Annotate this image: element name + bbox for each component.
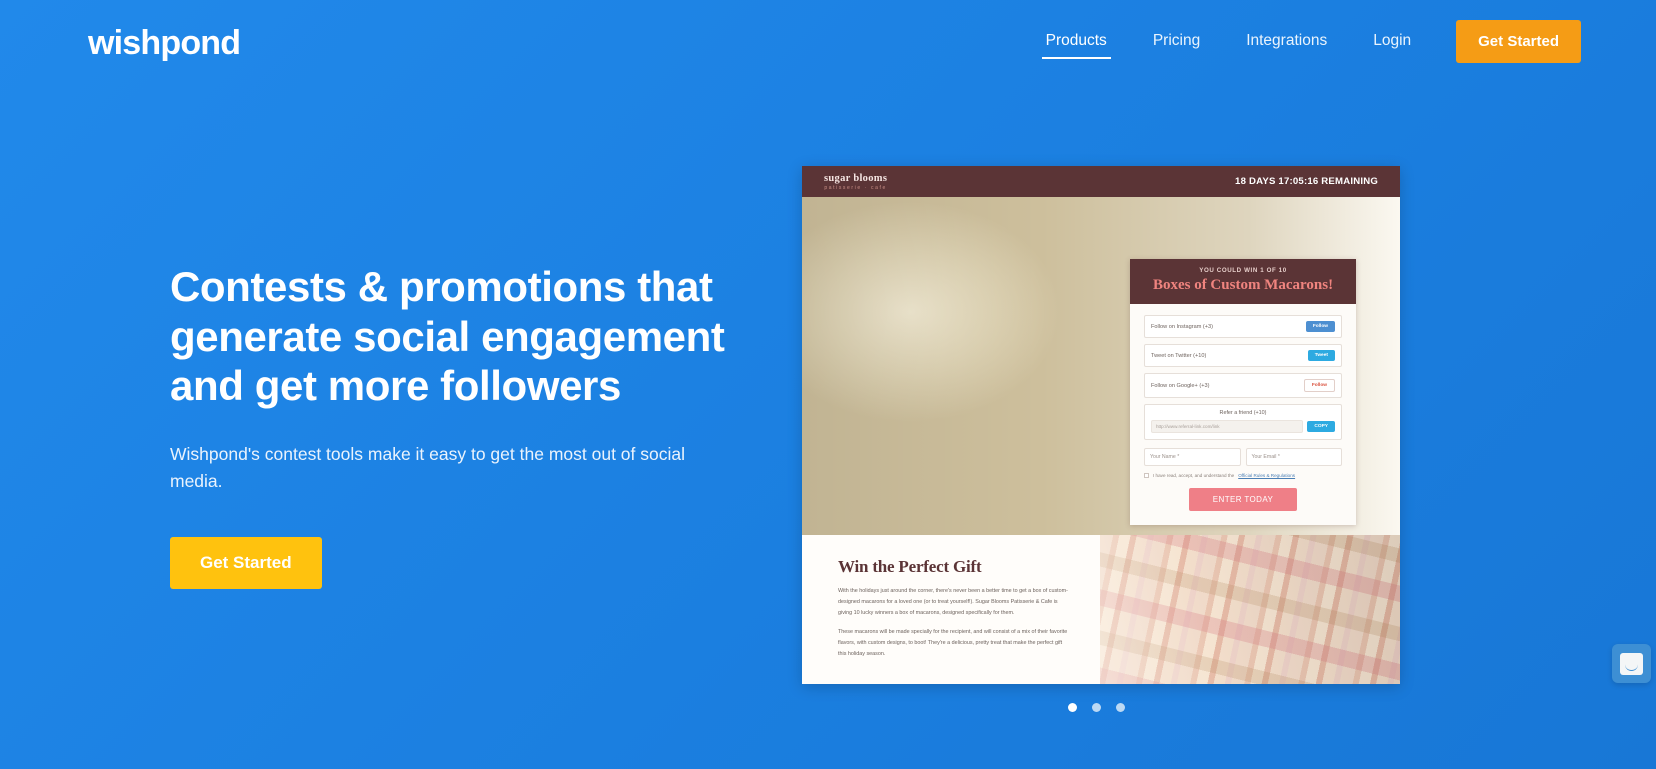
carousel-dot-2[interactable] bbox=[1092, 703, 1101, 712]
contest-topbar: sugar blooms patisserie · cafe 18 DAYS 1… bbox=[802, 166, 1400, 197]
macaron-tray-photo bbox=[1100, 535, 1400, 684]
action-label-instagram: Follow on Instagram (+3) bbox=[1151, 323, 1214, 330]
article-heading: Win the Perfect Gift bbox=[838, 557, 982, 576]
action-label-googleplus: Follow on Google+ (+3) bbox=[1151, 382, 1210, 389]
chat-launcher-button[interactable] bbox=[1612, 644, 1651, 683]
contest-article-area: Win the Perfect Gift With the holidays j… bbox=[802, 535, 1400, 684]
entry-title: Boxes of Custom Macarons! bbox=[1152, 277, 1334, 293]
nav-link-integrations[interactable]: Integrations bbox=[1223, 11, 1350, 71]
article-paragraph-2: These macarons will be made specially fo… bbox=[838, 629, 1068, 658]
refer-label: Refer a friend (+10) bbox=[1219, 410, 1267, 416]
contest-hero-area: YOU COULD WIN 1 OF 10 Boxes of Custom Ma… bbox=[802, 197, 1400, 535]
hero-headline: Contests & promotions that generate soci… bbox=[170, 263, 725, 410]
site-header: wishpond Products Pricing Integrations L… bbox=[0, 0, 1656, 82]
refer-url-row: http://www.referral-link.com/link COPY bbox=[1151, 420, 1335, 433]
terms-text: I have read, accept, and understand the bbox=[1153, 473, 1235, 478]
contest-countdown: 18 DAYS 17:05:16 REMAINING bbox=[1235, 176, 1378, 187]
refer-url-field[interactable]: http://www.referral-link.com/link bbox=[1151, 420, 1304, 433]
hero-get-started-button[interactable]: Get Started bbox=[170, 536, 322, 589]
chat-message-icon bbox=[1620, 652, 1643, 675]
carousel-dot-1[interactable] bbox=[1068, 703, 1077, 712]
refer-a-friend-box: Refer a friend (+10) http://www.referral… bbox=[1144, 404, 1342, 440]
hero-subheadline: Wishpond's contest tools make it easy to… bbox=[170, 443, 685, 491]
contest-entry-panel: YOU COULD WIN 1 OF 10 Boxes of Custom Ma… bbox=[1130, 259, 1356, 525]
email-input[interactable]: Your Email * bbox=[1245, 448, 1342, 466]
header-get-started-button[interactable]: Get Started bbox=[1456, 19, 1581, 63]
entry-kicker: YOU COULD WIN 1 OF 10 bbox=[1199, 267, 1287, 274]
copy-link-button[interactable]: COPY bbox=[1307, 421, 1335, 432]
nav-link-login[interactable]: Login bbox=[1350, 11, 1434, 71]
hero-content: Contests & promotions that generate soci… bbox=[170, 262, 770, 589]
official-rules-link[interactable]: Official Rules & Regulations bbox=[1238, 473, 1295, 478]
instagram-follow-button[interactable]: Follow bbox=[1305, 321, 1335, 332]
action-label-twitter: Tweet on Twitter (+10) bbox=[1151, 352, 1207, 359]
contest-brand-name: sugar blooms bbox=[824, 172, 888, 184]
contest-article: Win the Perfect Gift With the holidays j… bbox=[802, 535, 1100, 684]
wishpond-logo[interactable]: wishpond bbox=[88, 26, 241, 60]
contest-brand: sugar blooms patisserie · cafe bbox=[824, 173, 887, 191]
entry-panel-body: Follow on Instagram (+3) Follow Tweet on… bbox=[1130, 304, 1356, 525]
primary-navigation: Products Pricing Integrations Login Get … bbox=[1023, 11, 1581, 71]
terms-row[interactable]: I have read, accept, and understand the … bbox=[1144, 473, 1342, 478]
entry-form-fields: Your Name * Your Email * bbox=[1144, 448, 1342, 466]
contest-preview-card: sugar blooms patisserie · cafe 18 DAYS 1… bbox=[802, 166, 1400, 684]
nav-link-products[interactable]: Products bbox=[1023, 11, 1130, 71]
action-row-instagram[interactable]: Follow on Instagram (+3) Follow bbox=[1144, 315, 1342, 338]
carousel-dot-3[interactable] bbox=[1116, 703, 1125, 712]
terms-checkbox[interactable] bbox=[1144, 473, 1149, 478]
googleplus-follow-button[interactable]: Follow bbox=[1303, 379, 1335, 392]
twitter-tweet-button[interactable]: Tweet bbox=[1307, 350, 1335, 361]
contest-brand-tagline: patisserie · cafe bbox=[824, 184, 887, 191]
article-paragraph-1: With the holidays just around the corner… bbox=[838, 588, 1068, 616]
enter-today-button[interactable]: ENTER TODAY bbox=[1189, 488, 1297, 511]
name-input[interactable]: Your Name * bbox=[1144, 448, 1241, 466]
nav-link-pricing[interactable]: Pricing bbox=[1130, 11, 1223, 71]
entry-panel-header: YOU COULD WIN 1 OF 10 Boxes of Custom Ma… bbox=[1130, 259, 1356, 304]
action-row-twitter[interactable]: Tweet on Twitter (+10) Tweet bbox=[1144, 344, 1342, 367]
action-row-googleplus[interactable]: Follow on Google+ (+3) Follow bbox=[1144, 373, 1342, 398]
carousel-dots bbox=[1068, 703, 1125, 712]
